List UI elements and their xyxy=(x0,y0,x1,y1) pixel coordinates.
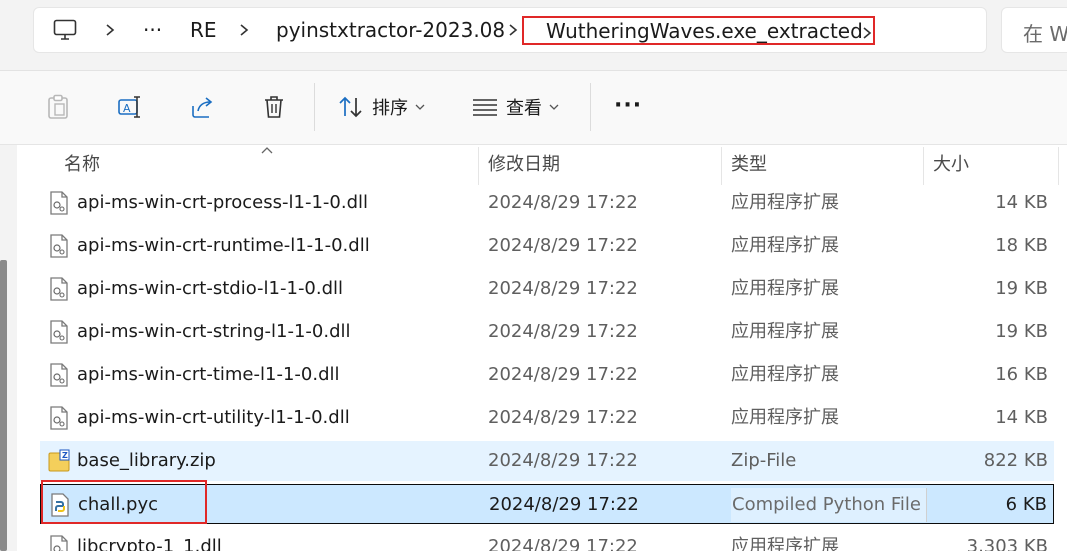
chevron-right-icon[interactable] xyxy=(102,19,118,41)
file-row[interactable]: api-ms-win-crt-time-l1-1-0.dll 2024/8/29 … xyxy=(40,355,1054,395)
file-name: base_library.zip xyxy=(77,450,216,471)
file-row[interactable]: api-ms-win-crt-utility-l1-1-0.dll 2024/8/… xyxy=(40,398,1054,438)
rename-button[interactable]: A xyxy=(117,93,143,121)
command-bar: A 排序 查看 ··· xyxy=(0,71,1067,145)
file-date: 2024/8/29 17:22 xyxy=(488,192,638,213)
file-size: 16 KB xyxy=(995,364,1048,385)
breadcrumb-item-re[interactable]: RE xyxy=(190,17,217,43)
breadcrumb-overflow[interactable]: ··· xyxy=(143,17,162,43)
chevron-right-icon[interactable] xyxy=(505,19,521,41)
svg-text:Z: Z xyxy=(62,451,68,460)
file-size: 19 KB xyxy=(995,321,1048,342)
file-name: api-ms-win-crt-utility-l1-1-0.dll xyxy=(77,407,350,428)
sort-ascending-icon xyxy=(260,145,274,159)
sort-label: 排序 xyxy=(372,98,408,119)
file-type: 应用程序扩展 xyxy=(731,278,839,299)
file-type: Zip-File xyxy=(731,450,797,471)
file-date: 2024/8/29 17:22 xyxy=(488,364,638,385)
file-type: 应用程序扩展 xyxy=(731,192,839,213)
file-size: 3,303 KB xyxy=(966,536,1048,551)
breadcrumb-current-highlight[interactable]: WutheringWaves.exe_extracted xyxy=(522,16,875,45)
view-button[interactable]: 查看 xyxy=(472,93,559,121)
file-name: api-ms-win-crt-process-l1-1-0.dll xyxy=(77,192,368,213)
chevron-down-icon xyxy=(549,104,559,110)
column-divider[interactable] xyxy=(721,147,722,185)
file-type: 应用程序扩展 xyxy=(731,321,839,342)
more-options-button[interactable]: ··· xyxy=(614,91,642,119)
search-input[interactable]: 在 W xyxy=(1001,7,1067,53)
file-row[interactable]: api-ms-win-crt-runtime-l1-1-0.dll 2024/8/… xyxy=(40,226,1054,266)
file-name: api-ms-win-crt-stdio-l1-1-0.dll xyxy=(77,278,344,299)
dll-file-icon xyxy=(48,363,70,387)
file-date: 2024/8/29 17:22 xyxy=(488,235,638,256)
scrollbar-thumb[interactable] xyxy=(0,260,7,551)
file-name: api-ms-win-crt-time-l1-1-0.dll xyxy=(77,364,340,385)
view-label: 查看 xyxy=(506,98,542,119)
breadcrumb-item-pyinstxtractor[interactable]: pyinstxtractor-2023.08 xyxy=(276,17,505,43)
file-type: 应用程序扩展 xyxy=(731,407,839,428)
file-type: 应用程序扩展 xyxy=(731,235,839,256)
dll-file-icon xyxy=(48,535,70,551)
search-placeholder: 在 W xyxy=(1023,22,1067,46)
paste-button[interactable] xyxy=(47,93,69,121)
zip-file-icon: Z xyxy=(48,449,70,473)
file-row[interactable]: api-ms-win-crt-process-l1-1-0.dll 2024/8/… xyxy=(40,183,1054,223)
more-icon: ··· xyxy=(614,92,643,118)
chevron-right-icon[interactable] xyxy=(861,22,873,48)
file-row[interactable]: Zbase_library.zip 2024/8/29 17:22 Zip-File… xyxy=(40,441,1054,481)
file-size: 6 KB xyxy=(1005,494,1047,515)
dll-file-icon xyxy=(48,320,70,344)
dll-file-icon xyxy=(48,234,70,258)
column-header-type[interactable]: 类型 xyxy=(731,145,767,185)
file-size: 14 KB xyxy=(995,192,1048,213)
column-header-name[interactable]: 名称 xyxy=(64,145,100,185)
file-name: api-ms-win-crt-string-l1-1-0.dll xyxy=(77,321,351,342)
share-button[interactable] xyxy=(189,93,215,121)
chevron-right-icon[interactable] xyxy=(236,19,252,41)
file-type: 应用程序扩展 xyxy=(731,536,839,551)
dll-file-icon xyxy=(48,406,70,430)
file-date: 2024/8/29 17:22 xyxy=(488,407,638,428)
file-size: 822 KB xyxy=(983,450,1048,471)
column-divider[interactable] xyxy=(923,147,924,185)
annotation-highlight-box xyxy=(41,480,207,524)
delete-button[interactable] xyxy=(262,93,286,121)
file-size: 19 KB xyxy=(995,278,1048,299)
tooltip-overlay xyxy=(731,488,927,522)
file-size: 18 KB xyxy=(995,235,1048,256)
file-date: 2024/8/29 17:22 xyxy=(488,536,638,551)
toolbar-divider xyxy=(314,83,315,131)
file-date: 2024/8/29 17:22 xyxy=(488,450,638,471)
file-date: 2024/8/29 17:22 xyxy=(488,321,638,342)
svg-text:A: A xyxy=(123,102,131,115)
file-date: 2024/8/29 17:22 xyxy=(488,278,638,299)
breadcrumb-current[interactable]: WutheringWaves.exe_extracted xyxy=(546,18,863,44)
navigation-pane-scrollbar[interactable] xyxy=(0,145,17,551)
file-size: 14 KB xyxy=(995,407,1048,428)
file-name: libcrypto-1_1.dll xyxy=(77,536,222,551)
address-bar-area: ··· RE pyinstxtractor-2023.08 WutheringW… xyxy=(0,0,1067,71)
file-date: 2024/8/29 17:22 xyxy=(489,494,639,515)
file-name: api-ms-win-crt-runtime-l1-1-0.dll xyxy=(77,235,370,256)
file-row[interactable]: api-ms-win-crt-string-l1-1-0.dll 2024/8/2… xyxy=(40,312,1054,352)
file-list[interactable]: 名称 修改日期 类型 大小 api-ms-win-crt-process-l1-… xyxy=(0,145,1067,551)
column-divider[interactable] xyxy=(478,147,479,185)
dll-file-icon xyxy=(48,277,70,301)
chevron-down-icon xyxy=(415,104,425,110)
toolbar-divider xyxy=(590,83,591,131)
file-type: 应用程序扩展 xyxy=(731,364,839,385)
column-header-date[interactable]: 修改日期 xyxy=(488,145,560,185)
file-row[interactable]: api-ms-win-crt-stdio-l1-1-0.dll 2024/8/29… xyxy=(40,269,1054,309)
sort-button[interactable]: 排序 xyxy=(338,93,425,121)
this-pc-icon[interactable] xyxy=(53,19,77,45)
column-divider[interactable] xyxy=(1058,147,1059,185)
column-header-size[interactable]: 大小 xyxy=(933,145,969,185)
dll-file-icon xyxy=(48,191,70,215)
file-row[interactable]: libcrypto-1_1.dll 2024/8/29 17:22 应用程序扩展 3,… xyxy=(40,527,1054,551)
